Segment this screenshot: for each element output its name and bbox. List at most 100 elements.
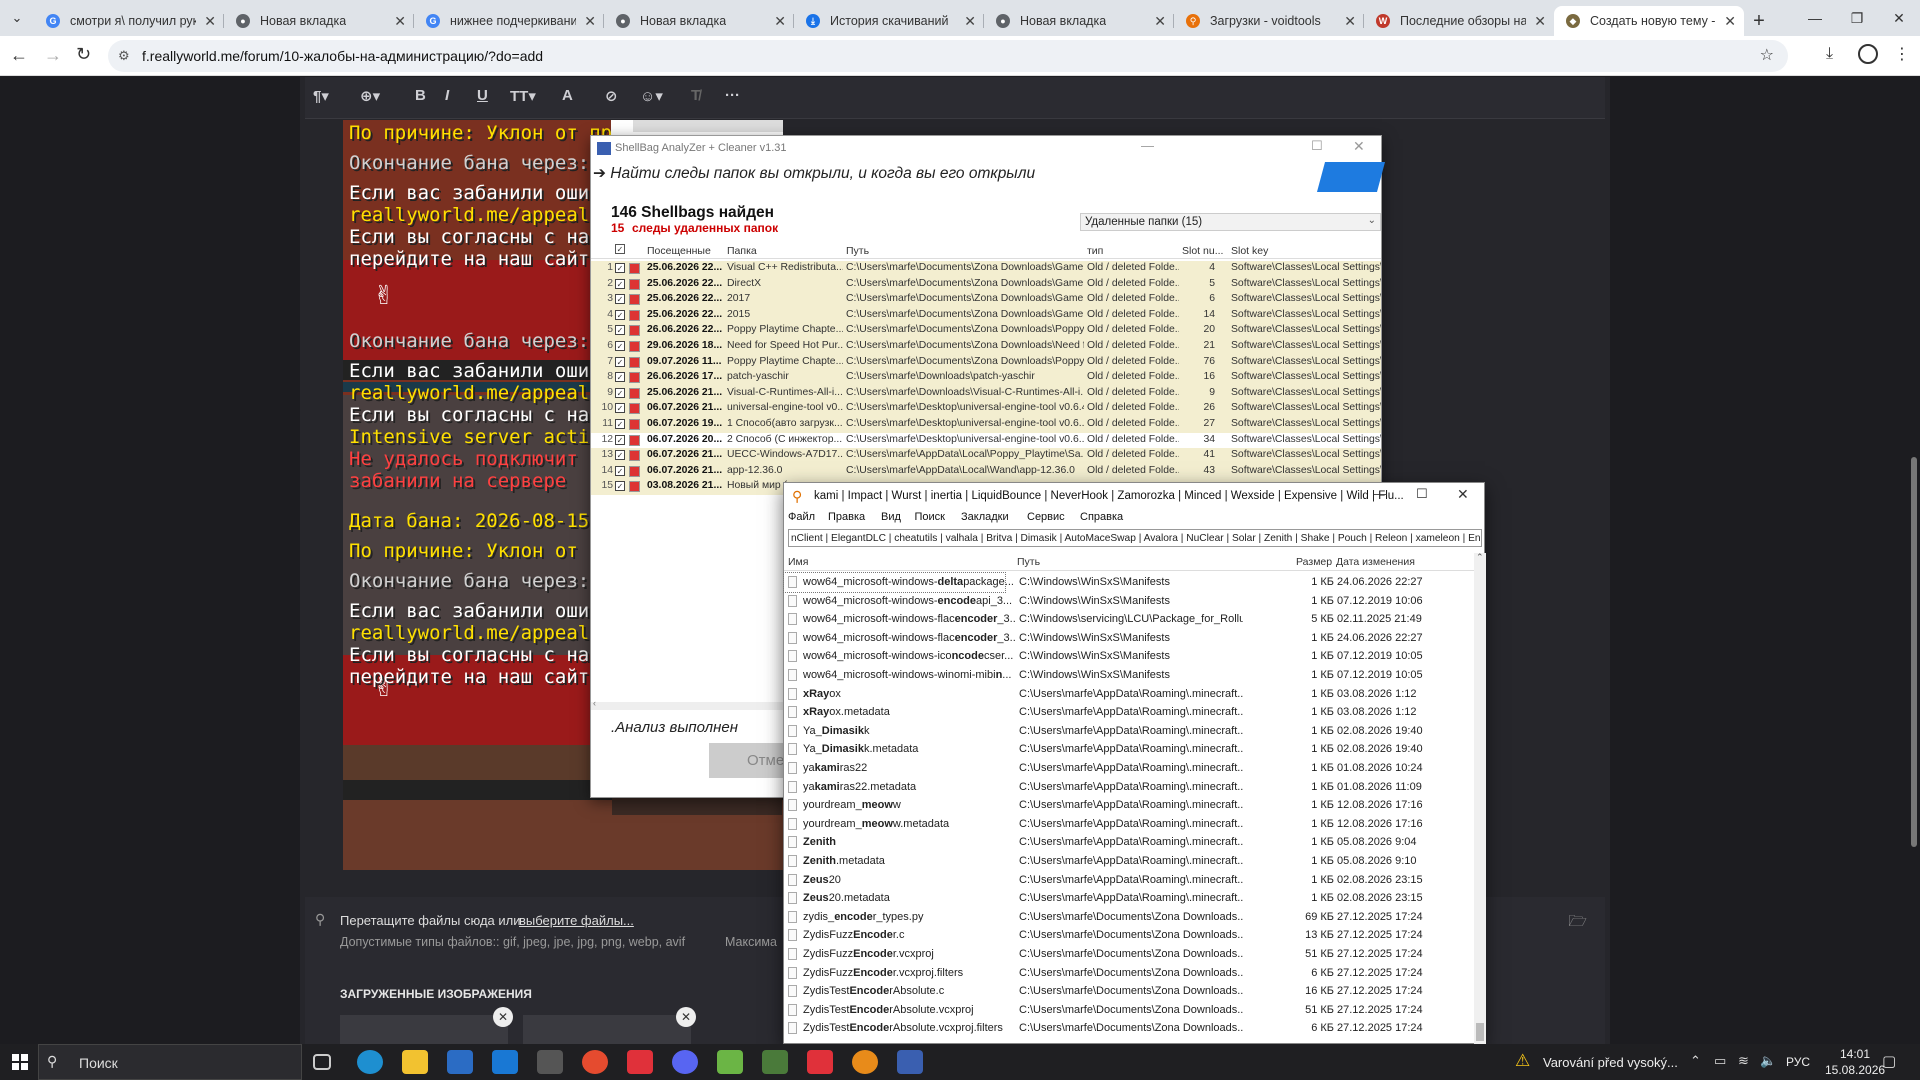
- discord-icon[interactable]: [672, 1050, 698, 1074]
- row-checkbox[interactable]: ✓: [615, 465, 625, 476]
- select-all-checkbox[interactable]: ✓: [615, 244, 625, 254]
- file-row[interactable]: yourdream_meoww.metadata C:\Users\marfe\A…: [784, 815, 1474, 834]
- file-row[interactable]: wow64_microsoft-windows-iconcodecser... C…: [784, 647, 1474, 666]
- browser-menu-icon[interactable]: ⋮: [1894, 44, 1910, 64]
- menu-item[interactable]: Вид: [881, 511, 901, 523]
- choose-files-link[interactable]: выберите файлы...: [519, 913, 634, 928]
- col-path[interactable]: Путь: [846, 245, 869, 257]
- everything-minimize-button[interactable]: —: [1374, 486, 1387, 501]
- shellbag-row[interactable]: 11 ✓ 06.07.2026 19... 1 Способ(авто загрузк…: [591, 417, 1381, 433]
- shellbag-row[interactable]: 9 ✓ 25.06.2026 21... Visual-C-Runtimes-All-…: [591, 385, 1381, 402]
- file-row[interactable]: ZydisTestEncoderAbsolute.vcxproj.filters…: [784, 1019, 1474, 1038]
- italic-icon[interactable]: I: [445, 87, 449, 104]
- file-row[interactable]: zydis_encoder_types.py C:\Users\marfe\Doc…: [784, 908, 1474, 927]
- shellbag-taskbar-icon[interactable]: [897, 1050, 923, 1074]
- file-row[interactable]: xRayox C:\Users\marfe\AppData\Roaming\.mi…: [784, 685, 1474, 704]
- tab-close-icon[interactable]: ✕: [1724, 13, 1736, 30]
- row-checkbox[interactable]: ✓: [615, 434, 625, 445]
- file-row[interactable]: Zenith C:\Users\marfe\AppData\Roaming\.mi…: [784, 833, 1474, 852]
- address-bar[interactable]: ⚙ f.reallyworld.me/forum/10-жалобы-на-ад…: [108, 40, 1788, 72]
- menu-item[interactable]: Сервис: [1027, 511, 1065, 523]
- col-path[interactable]: Путь: [1017, 556, 1040, 568]
- edge-icon[interactable]: [357, 1050, 383, 1074]
- page-scrollbar[interactable]: [1908, 77, 1920, 1061]
- col-folder[interactable]: Папка: [727, 245, 757, 257]
- downloads-icon[interactable]: ⤓: [1826, 45, 1833, 63]
- col-name[interactable]: Имя: [788, 556, 808, 568]
- everything-taskbar-icon[interactable]: [852, 1050, 878, 1074]
- everything-vscrollbar[interactable]: ⌃: [1474, 552, 1486, 1045]
- link-icon[interactable]: ⊘: [605, 87, 618, 105]
- file-row[interactable]: wow64_microsoft-windows-flacencoder_3...…: [784, 629, 1474, 648]
- browser-tab[interactable]: ◆ Создать новую тему - Re ✕: [1554, 6, 1744, 36]
- file-row[interactable]: yakamiras22 C:\Users\marfe\AppData\Roamin…: [784, 759, 1474, 778]
- task-view-icon[interactable]: [313, 1054, 331, 1070]
- forward-button[interactable]: →: [44, 45, 62, 66]
- file-row[interactable]: Zenith.metadata C:\Users\marfe\AppData\Ro…: [784, 852, 1474, 871]
- clock-time[interactable]: 14:01: [1840, 1047, 1870, 1061]
- row-checkbox[interactable]: ✓: [615, 481, 625, 492]
- insert-plus-icon[interactable]: ⊕▾: [360, 87, 380, 105]
- browser-tab[interactable]: ● Новая вкладка ✕: [984, 6, 1174, 36]
- minecraft-icon[interactable]: [762, 1050, 788, 1074]
- remove-thumb-2-icon[interactable]: ✕: [676, 1007, 696, 1027]
- file-row[interactable]: xRayox.metadata C:\Users\marfe\AppData\Ro…: [784, 703, 1474, 722]
- close-window-button[interactable]: ✕: [1878, 0, 1920, 36]
- shellbag-minimize-button[interactable]: —: [1141, 138, 1154, 153]
- menu-item[interactable]: Справка: [1080, 511, 1123, 523]
- shellbag-hscrollbar[interactable]: ‹: [591, 698, 783, 710]
- row-checkbox[interactable]: ✓: [615, 387, 625, 398]
- shellbag-row[interactable]: 12 ✓ 06.07.2026 20... 2 Способ (С инжектор.…: [591, 432, 1381, 449]
- cancel-button[interactable]: Отме: [709, 743, 789, 778]
- tab-close-icon[interactable]: ✕: [584, 13, 596, 30]
- notifications-icon[interactable]: ▢: [1882, 1052, 1896, 1070]
- file-row[interactable]: ZydisTestEncoderAbsolute.c C:\Users\marfe…: [784, 982, 1474, 1001]
- start-button[interactable]: [12, 1054, 28, 1070]
- tab-close-icon[interactable]: ✕: [964, 13, 976, 30]
- taskbar-search-box[interactable]: ⚲ Поиск: [38, 1044, 302, 1080]
- more-options-icon[interactable]: ···: [725, 87, 740, 104]
- text-color-icon[interactable]: A: [562, 87, 573, 104]
- shellbag-row[interactable]: 7 ✓ 09.07.2026 11... Poppy Playtime Chapte.…: [591, 354, 1381, 371]
- tab-close-icon[interactable]: ✕: [394, 13, 406, 30]
- wifi-icon[interactable]: ≋: [1738, 1053, 1749, 1069]
- col-slot-number[interactable]: Slot nu...: [1182, 245, 1223, 257]
- shellbag-row[interactable]: 4 ✓ 25.06.2026 22... 2015 C:\Users\marfe\Doc…: [591, 307, 1381, 324]
- col-slot-key[interactable]: Slot key: [1231, 245, 1268, 257]
- col-type[interactable]: тип: [1087, 245, 1103, 257]
- app-icon-feather[interactable]: [537, 1050, 563, 1074]
- everything-search-input[interactable]: nClient | ElegantDLC | cheatutils | valh…: [788, 529, 1482, 547]
- tab-close-icon[interactable]: ✕: [1154, 13, 1166, 30]
- store-icon[interactable]: [447, 1050, 473, 1074]
- file-row[interactable]: Zeus20 C:\Users\marfe\AppData\Roaming\.mi…: [784, 871, 1474, 890]
- profile-avatar-icon[interactable]: [1858, 44, 1878, 64]
- file-explorer-icon[interactable]: [402, 1050, 428, 1074]
- browser-tab[interactable]: ⚲ Загрузки - voidtools ✕: [1174, 6, 1364, 36]
- shellbag-row[interactable]: 14 ✓ 06.07.2026 21... app-12.36.0 C:\Users\m…: [591, 463, 1381, 480]
- browser-tab[interactable]: W Последние обзоры на Pr ✕: [1364, 6, 1554, 36]
- row-checkbox[interactable]: ✓: [615, 325, 625, 336]
- menu-item[interactable]: Закладки: [961, 511, 1009, 523]
- anydesk-icon-2[interactable]: [807, 1050, 833, 1074]
- file-row[interactable]: yourdream_meoww C:\Users\marfe\AppData\Ro…: [784, 796, 1474, 815]
- bold-icon[interactable]: B: [415, 87, 426, 104]
- row-checkbox[interactable]: ✓: [615, 309, 625, 320]
- file-row[interactable]: ZydisFuzzEncoder.vcxproj C:\Users\marfe\D…: [784, 945, 1474, 964]
- browser-tab[interactable]: ● Новая вкладка ✕: [224, 6, 414, 36]
- shellbag-maximize-button[interactable]: ☐: [1311, 138, 1323, 154]
- row-checkbox[interactable]: ✓: [615, 450, 625, 461]
- notification-text[interactable]: Varování před vysoký...: [1543, 1055, 1678, 1070]
- browser-tab[interactable]: ● Новая вкладка ✕: [604, 6, 794, 36]
- everything-maximize-button[interactable]: ☐: [1416, 486, 1428, 502]
- shellbag-row[interactable]: 2 ✓ 25.06.2026 22... DirectX C:\Users\marfe\…: [591, 276, 1381, 293]
- remove-thumb-1-icon[interactable]: ✕: [493, 1007, 513, 1027]
- site-info-icon[interactable]: ⚙: [118, 40, 130, 72]
- new-tab-button[interactable]: +: [1744, 6, 1774, 36]
- file-row[interactable]: wow64_microsoft-windows-deltapackage... C…: [783, 572, 1423, 593]
- row-checkbox[interactable]: ✓: [615, 263, 625, 273]
- tab-close-icon[interactable]: ✕: [204, 13, 216, 30]
- shellbag-row[interactable]: 5 ✓ 26.06.2026 22... Poppy Playtime Chapte.…: [591, 323, 1381, 339]
- text-size-icon[interactable]: TT▾: [510, 87, 536, 105]
- col-size[interactable]: Размер: [1296, 556, 1332, 568]
- row-checkbox[interactable]: ✓: [615, 372, 625, 383]
